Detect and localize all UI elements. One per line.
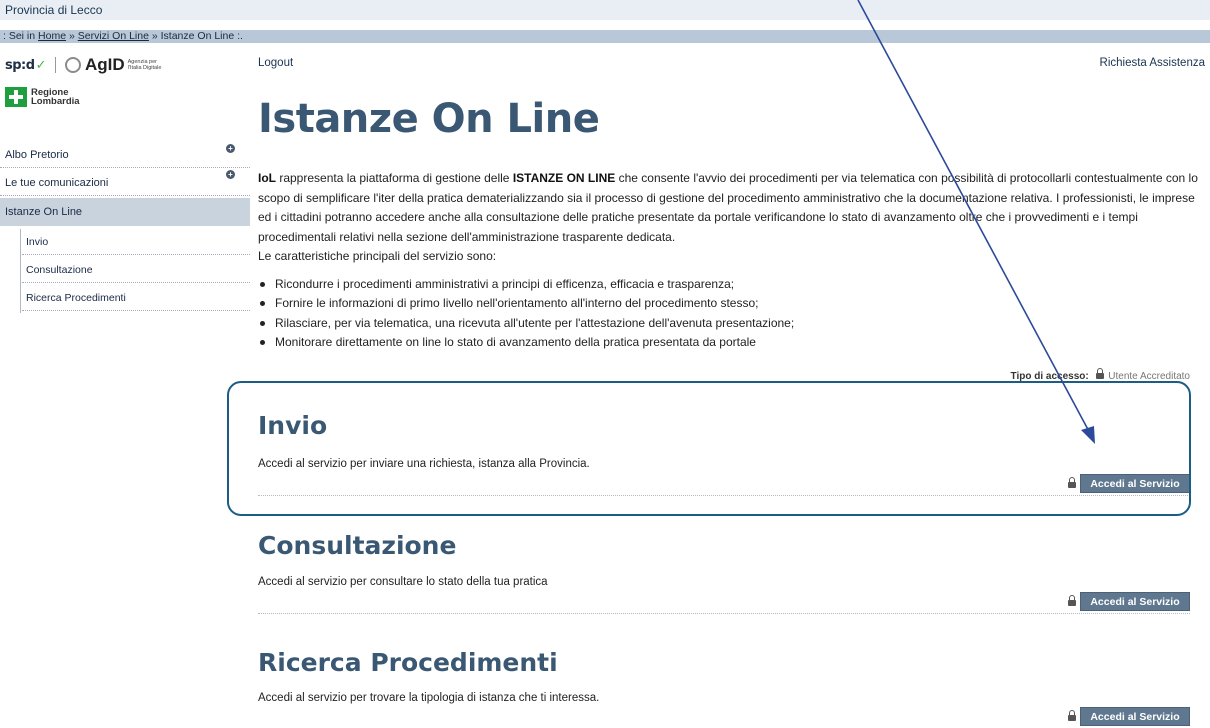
annotation-arrow: [857, 0, 1095, 444]
arrow-shaft: [857, 0, 1093, 438]
arrow-head: [1081, 426, 1095, 444]
